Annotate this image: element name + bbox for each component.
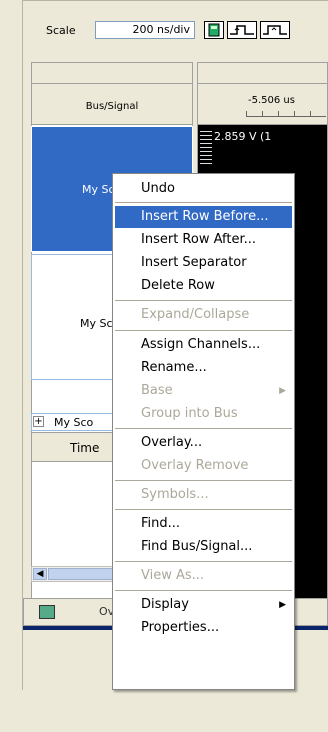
- trigger-pulse-icon: [263, 25, 287, 35]
- menu-item-base-label: Base: [141, 383, 173, 398]
- menu-separator: [115, 428, 292, 429]
- submenu-arrow-icon: ▶: [279, 386, 286, 396]
- menu-item-delete-row[interactable]: Delete Row: [115, 275, 292, 297]
- trigger-rise-button[interactable]: [227, 21, 257, 39]
- trigger-pulse-button[interactable]: [260, 21, 290, 39]
- menu-separator: [115, 590, 292, 591]
- menu-item-insert-row-after[interactable]: Insert Row After...: [115, 229, 292, 251]
- menu-separator: [115, 202, 292, 203]
- menu-item-group-into-bus[interactable]: Group into Bus: [115, 403, 292, 425]
- time-header-label: -5.506 us: [248, 95, 295, 106]
- menu-separator: [115, 561, 292, 562]
- signal-row-label: My Sco: [54, 416, 94, 429]
- menu-item-insert-separator[interactable]: Insert Separator: [115, 252, 292, 274]
- menu-item-rename[interactable]: Rename...: [115, 357, 292, 379]
- scroll-left-icon[interactable]: ◀: [33, 568, 47, 580]
- calculator-button[interactable]: [204, 21, 224, 39]
- menu-item-find-bus-signal[interactable]: Find Bus/Signal...: [115, 536, 292, 558]
- voltage-readout: 2.859 V (1: [214, 130, 272, 143]
- menu-item-display-label: Display: [141, 597, 189, 612]
- menu-item-find[interactable]: Find...: [115, 513, 292, 535]
- menu-item-overlay[interactable]: Overlay...: [115, 432, 292, 454]
- menu-item-base[interactable]: Base ▶: [115, 380, 292, 402]
- bus-signal-header: Bus/Signal: [31, 62, 193, 125]
- menu-separator: [115, 330, 292, 331]
- expand-icon[interactable]: +: [33, 416, 44, 427]
- menu-item-overlay-remove[interactable]: Overlay Remove: [115, 455, 292, 477]
- menu-separator: [115, 509, 292, 510]
- menu-item-undo[interactable]: Undo: [115, 178, 292, 200]
- menu-item-assign-channels[interactable]: Assign Channels...: [115, 334, 292, 356]
- menu-item-insert-row-before[interactable]: Insert Row Before...: [115, 206, 292, 228]
- overview-icon[interactable]: [39, 605, 55, 619]
- menu-item-view-as[interactable]: View As...: [115, 565, 292, 587]
- menu-separator: [115, 480, 292, 481]
- scale-input[interactable]: 200 ns/div: [95, 21, 195, 39]
- submenu-arrow-icon: ▶: [279, 600, 286, 610]
- bus-signal-header-label: Bus/Signal: [85, 101, 139, 112]
- menu-item-symbols[interactable]: Symbols...: [115, 484, 292, 506]
- time-row-label: Time: [70, 441, 100, 455]
- menu-item-expand-collapse[interactable]: Expand/Collapse: [115, 304, 292, 326]
- context-menu: Undo Insert Row Before... Insert Row Aft…: [112, 173, 295, 690]
- menu-separator: [115, 300, 292, 301]
- menu-item-properties[interactable]: Properties...: [115, 617, 292, 639]
- trigger-rise-icon: [230, 25, 254, 35]
- time-ruler: [246, 109, 326, 117]
- calculator-icon: [208, 23, 220, 37]
- scale-label: Scale: [46, 24, 76, 37]
- time-header: -5.506 us: [197, 62, 328, 125]
- menu-item-display[interactable]: Display ▶: [115, 594, 292, 616]
